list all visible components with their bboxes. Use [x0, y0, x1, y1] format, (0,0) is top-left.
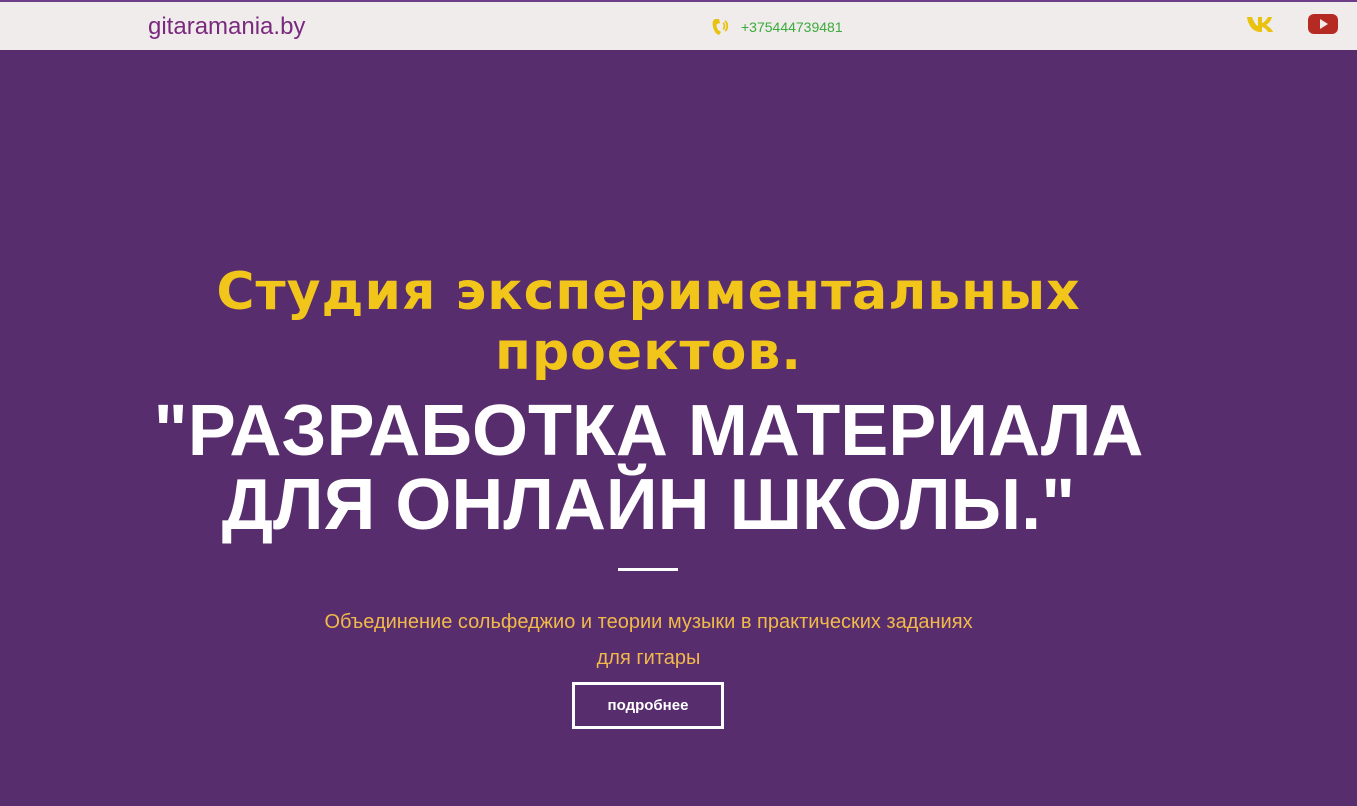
hero-subtitle: Студия экспериментальных проектов. — [216, 262, 1081, 382]
more-button[interactable]: подробнее — [572, 682, 724, 729]
phone-contact: +375444739481 — [710, 17, 843, 37]
site-logo-link[interactable]: gitaramania.by — [148, 13, 305, 41]
hero-title: "РАЗРАБОТКА МАТЕРИАЛА ДЛЯ ОНЛАЙН ШКОЛЫ." — [153, 391, 1144, 545]
youtube-icon[interactable] — [1307, 12, 1339, 36]
hero-section: Студия экспериментальных проектов. "РАЗР… — [0, 50, 1357, 806]
hero-description: Объединение сольфеджио и теории музыки в… — [324, 611, 973, 669]
vk-icon[interactable] — [1246, 14, 1278, 34]
hero-divider — [618, 568, 678, 571]
phone-number-link[interactable]: +375444739481 — [741, 19, 843, 35]
phone-icon — [710, 17, 732, 37]
top-bar: gitaramania.by +375444739481 — [0, 0, 1357, 50]
